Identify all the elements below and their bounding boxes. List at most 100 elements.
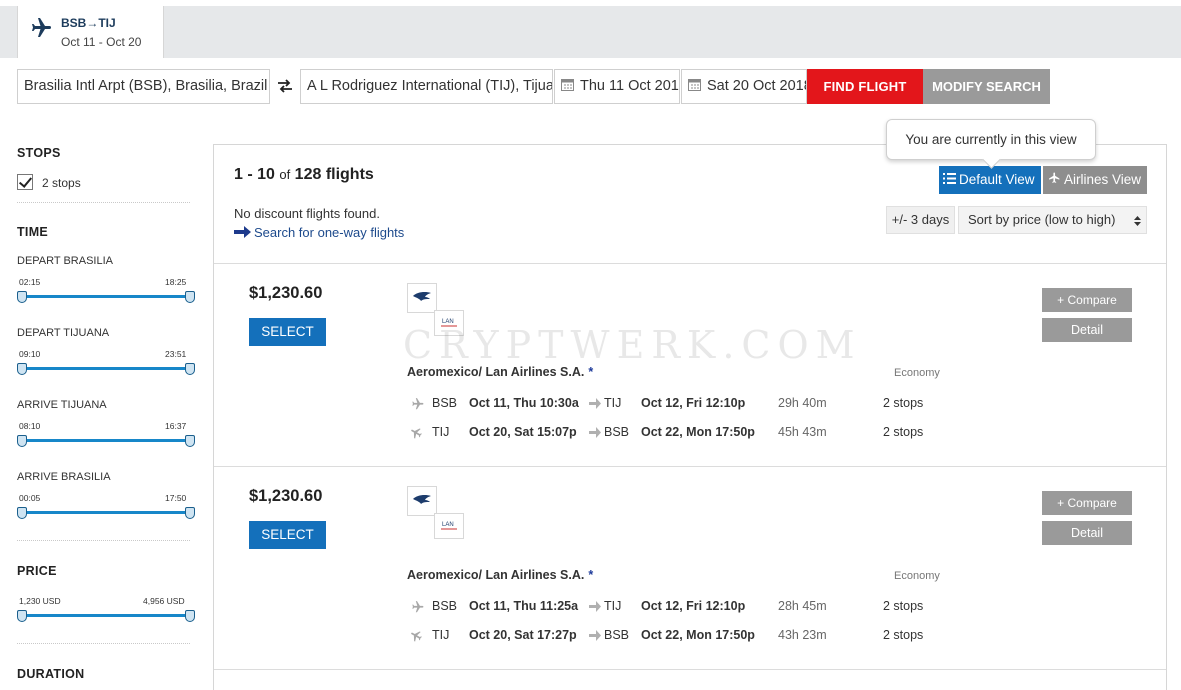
leg-arrival-time: Oct 22, Mon 17:50p (641, 628, 755, 642)
duration-heading: DURATION (17, 667, 85, 681)
lan-logo-icon: LAN (441, 319, 457, 327)
modify-search-button[interactable]: MODIFY SEARCH (923, 69, 1050, 104)
leg-destination: TIJ (604, 599, 622, 613)
sort-select[interactable]: Sort by price (low to high) (958, 206, 1147, 234)
eagle-logo-icon (413, 292, 431, 301)
sort-value: Sort by price (low to high) (968, 212, 1116, 227)
leg-origin: TIJ (432, 628, 450, 642)
airline-name-text: Aeromexico/ Lan Airlines S.A. (407, 568, 585, 582)
lan-logo-icon: LAN (441, 522, 457, 530)
flight-price: $1,230.60 (249, 284, 323, 302)
leg-arrival-time: Oct 22, Mon 17:50p (641, 425, 755, 439)
slider-handle[interactable] (185, 435, 195, 447)
flex-days-button[interactable]: +/- 3 days (886, 206, 955, 234)
slider-handle[interactable] (185, 291, 195, 303)
leg-departure-time: Oct 20, Sat 15:07p (469, 425, 577, 439)
lan-logo: LAN (434, 513, 464, 539)
select-button[interactable]: SELECT (249, 521, 326, 549)
slider-handle[interactable] (185, 363, 195, 375)
detail-button[interactable]: Detail (1042, 318, 1132, 342)
departure-plane-icon (412, 601, 424, 613)
arrive-brasilia-label: ARRIVE BRASILIA (17, 471, 111, 483)
slider-min-value: 00:05 (19, 493, 41, 503)
leg-destination: BSB (604, 628, 630, 642)
arrive-tijuana-slider[interactable] (17, 435, 195, 447)
slider-handle[interactable] (17, 610, 27, 622)
depart-date-value: Thu 11 Oct 2018 (580, 78, 680, 94)
trip-route: BSB→TIJ (61, 16, 116, 30)
oneway-search-link[interactable]: Search for one-way flights (234, 225, 404, 240)
airline-note-star: * (588, 568, 594, 582)
flight-card: $1,230.60 SELECT LAN Aeromexico/ Lan Air… (214, 466, 1166, 669)
depart-tijuana-slider[interactable] (17, 363, 195, 375)
price-heading: PRICE (17, 564, 57, 578)
leg-stops: 2 stops (883, 425, 924, 439)
slider-handle[interactable] (17, 363, 27, 375)
trip-tab-bar: BSB→TIJ Oct 11 - Oct 20 (0, 6, 1181, 58)
divider (17, 643, 190, 644)
return-date-field[interactable]: Sat 20 Oct 2018 (681, 69, 807, 104)
leg-origin: BSB (432, 599, 458, 613)
price-max-value: 4,956 USD (143, 596, 185, 606)
row-divider (214, 669, 1166, 670)
depart-tijuana-label: DEPART TIJUANA (17, 327, 110, 339)
results-total: 128 flights (294, 166, 374, 183)
slider-handle[interactable] (17, 507, 27, 519)
results-of: of (279, 167, 291, 182)
leg-departure-time: Oct 20, Sat 17:27p (469, 628, 577, 642)
compare-button[interactable]: + Compare (1042, 491, 1132, 515)
arrive-brasilia-slider[interactable] (17, 507, 195, 519)
airline-name-text: Aeromexico/ Lan Airlines S.A. (407, 365, 585, 379)
flight-price: $1,230.60 (249, 487, 323, 505)
leg-origin: TIJ (432, 425, 450, 439)
stops-checkbox[interactable] (17, 174, 33, 190)
price-min-value: 1,230 USD (19, 596, 61, 606)
select-button[interactable]: SELECT (249, 318, 326, 346)
leg-origin: BSB (432, 396, 458, 410)
lan-logo-text: LAN (442, 522, 454, 528)
departure-plane-icon (412, 398, 424, 410)
airplane-icon (32, 18, 51, 37)
leg-departure-time: Oct 11, Thu 11:25a (469, 599, 579, 613)
slider-handle[interactable] (185, 507, 195, 519)
slider-handle[interactable] (17, 291, 27, 303)
oneway-link-text: Search for one-way flights (254, 225, 405, 240)
default-view-button[interactable]: Default View (939, 166, 1041, 194)
search-bar: Brasilia Intl Arpt (BSB), Brasilia, Braz… (0, 69, 1181, 104)
return-plane-icon (411, 631, 422, 642)
origin-field[interactable]: Brasilia Intl Arpt (BSB), Brasilia, Braz… (17, 69, 270, 104)
swap-icon[interactable] (276, 77, 294, 95)
find-flight-button[interactable]: FIND FLIGHT (807, 69, 923, 104)
select-arrows-icon (1134, 216, 1141, 226)
depart-brasilia-label: DEPART BRASILIA (17, 255, 113, 267)
slider-max-value: 18:25 (165, 277, 187, 287)
price-slider[interactable] (17, 610, 195, 622)
cabin-class: Economy (894, 367, 940, 379)
slider-handle[interactable] (185, 610, 195, 622)
compare-button[interactable]: + Compare (1042, 288, 1132, 312)
slider-handle[interactable] (17, 435, 27, 447)
trip-tab-bsb-tij[interactable]: BSB→TIJ Oct 11 - Oct 20 (17, 6, 164, 58)
results-panel: 1 - 10 of 128 flights No discount flight… (213, 119, 1167, 690)
airline-note-star: * (588, 365, 594, 379)
results-count: 1 - 10 of 128 flights (234, 166, 374, 184)
aeromexico-logo (407, 486, 437, 516)
leg-duration: 43h 23m (778, 628, 827, 642)
depart-date-field[interactable]: Thu 11 Oct 2018 (554, 69, 680, 104)
arrow-right-icon (589, 427, 601, 438)
destination-field[interactable]: A L Rodriguez International (TIJ), Tijua… (300, 69, 553, 104)
calendar-icon (561, 79, 574, 91)
lan-logo-text: LAN (442, 319, 454, 325)
slider-max-value: 23:51 (165, 349, 187, 359)
slider-min-value: 02:15 (19, 277, 41, 287)
default-view-label: Default View (959, 172, 1035, 187)
leg-duration: 28h 45m (778, 599, 827, 613)
depart-brasilia-slider[interactable] (17, 291, 195, 303)
detail-button[interactable]: Detail (1042, 521, 1132, 545)
lan-logo: LAN (434, 310, 464, 336)
flight-card: $1,230.60 SELECT LAN Aeromexico/ Lan Air… (214, 263, 1166, 466)
airline-name: Aeromexico/ Lan Airlines S.A. * (407, 365, 593, 379)
airlines-view-button[interactable]: Airlines View (1043, 166, 1147, 194)
arrow-right-icon (589, 398, 601, 409)
no-discount-message: No discount flights found. (234, 206, 380, 221)
